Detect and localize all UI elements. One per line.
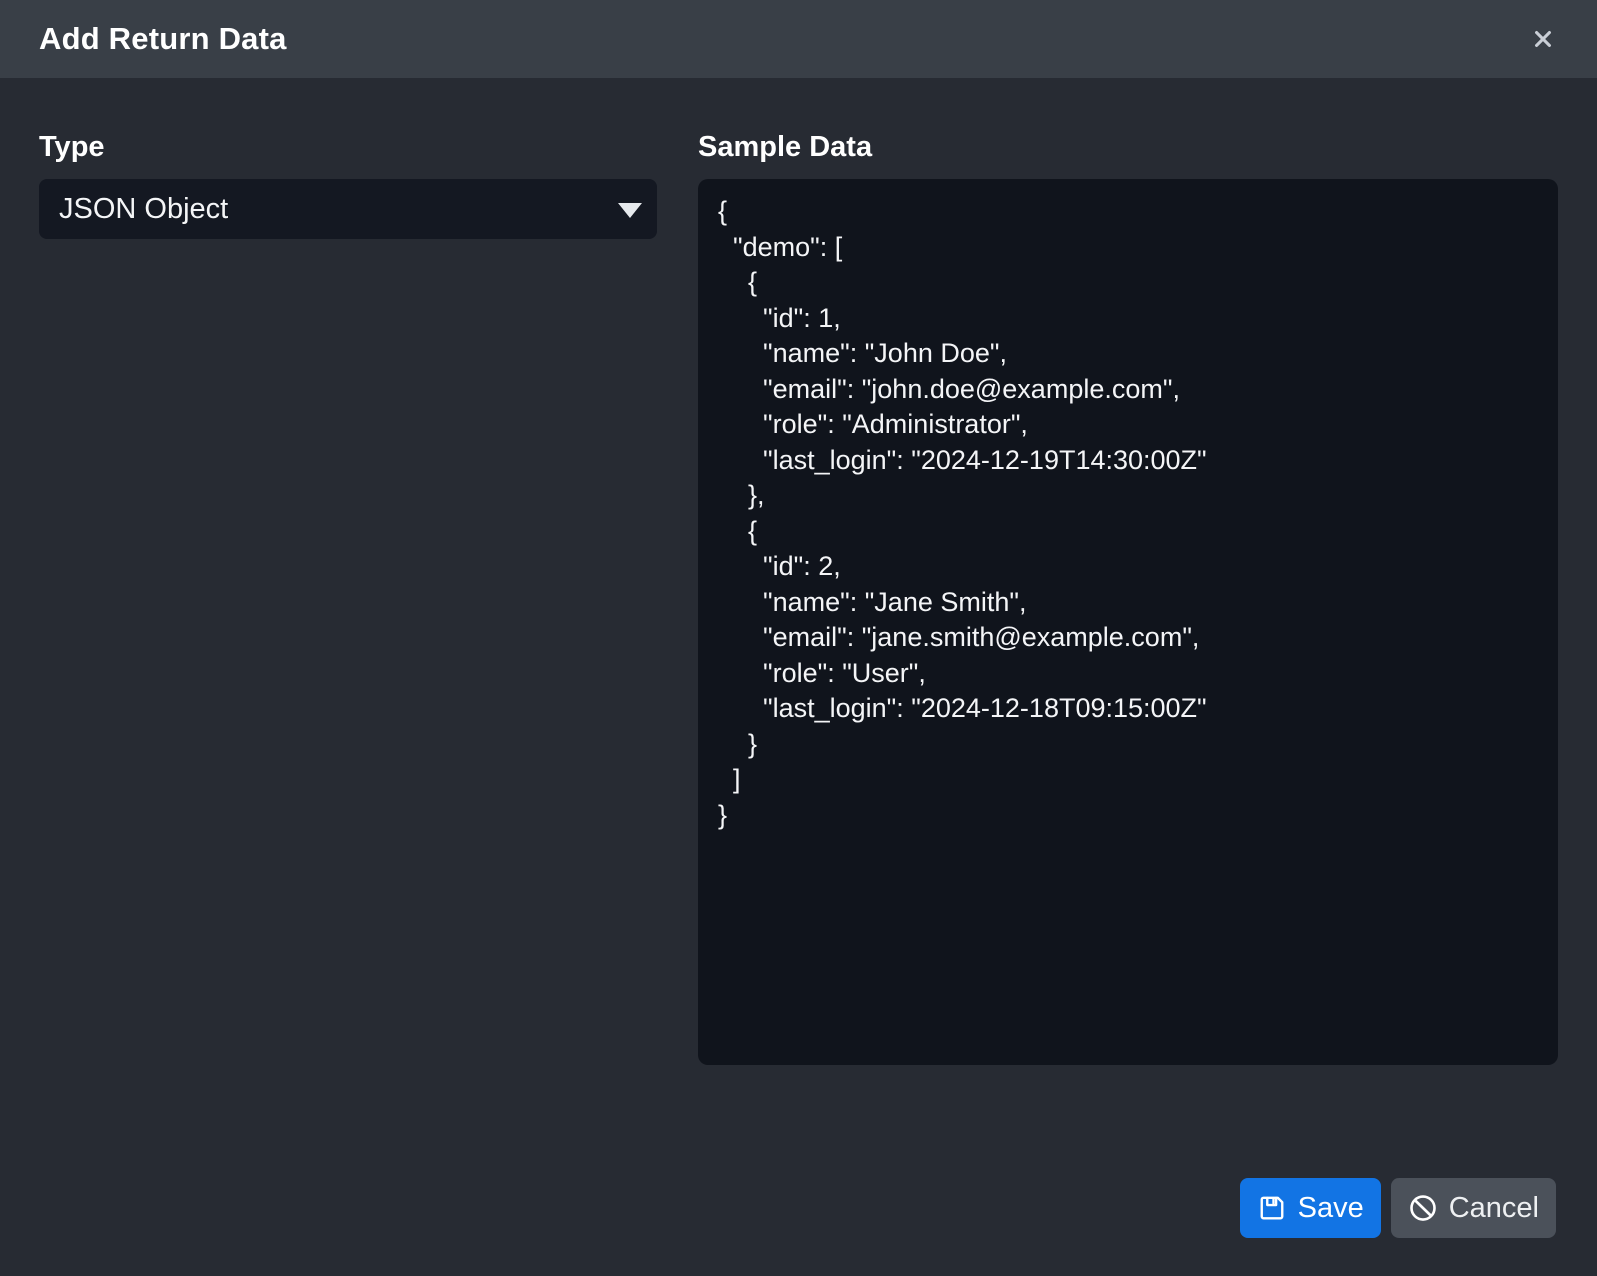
sample-data-label: Sample Data	[698, 130, 1558, 165]
save-button-label: Save	[1298, 1192, 1364, 1225]
sample-data-field: Sample Data { "demo": [ { "id": 1, "name…	[698, 130, 1558, 1065]
type-label: Type	[39, 130, 657, 165]
floppy-disk-icon	[1257, 1193, 1287, 1223]
modal-title: Add Return Data	[39, 21, 287, 57]
x-icon	[1532, 28, 1554, 50]
modal-header: Add Return Data	[0, 0, 1597, 78]
sample-data-input[interactable]: { "demo": [ { "id": 1, "name": "John Doe…	[698, 179, 1558, 1065]
save-button[interactable]: Save	[1240, 1178, 1381, 1238]
modal-footer: Save Cancel	[1240, 1178, 1556, 1238]
modal-body: Type JSON Object Sample Data { "demo": […	[0, 78, 1597, 1065]
type-field: Type JSON Object	[39, 130, 657, 1065]
close-button[interactable]	[1528, 24, 1558, 54]
ban-icon	[1408, 1193, 1438, 1223]
caret-down-icon	[618, 203, 642, 218]
add-return-data-modal: Add Return Data Type JSON Object Sample …	[0, 0, 1597, 1065]
cancel-button[interactable]: Cancel	[1391, 1178, 1556, 1238]
type-select[interactable]: JSON Object	[39, 179, 657, 239]
cancel-button-label: Cancel	[1449, 1192, 1539, 1225]
type-select-value: JSON Object	[59, 193, 228, 226]
